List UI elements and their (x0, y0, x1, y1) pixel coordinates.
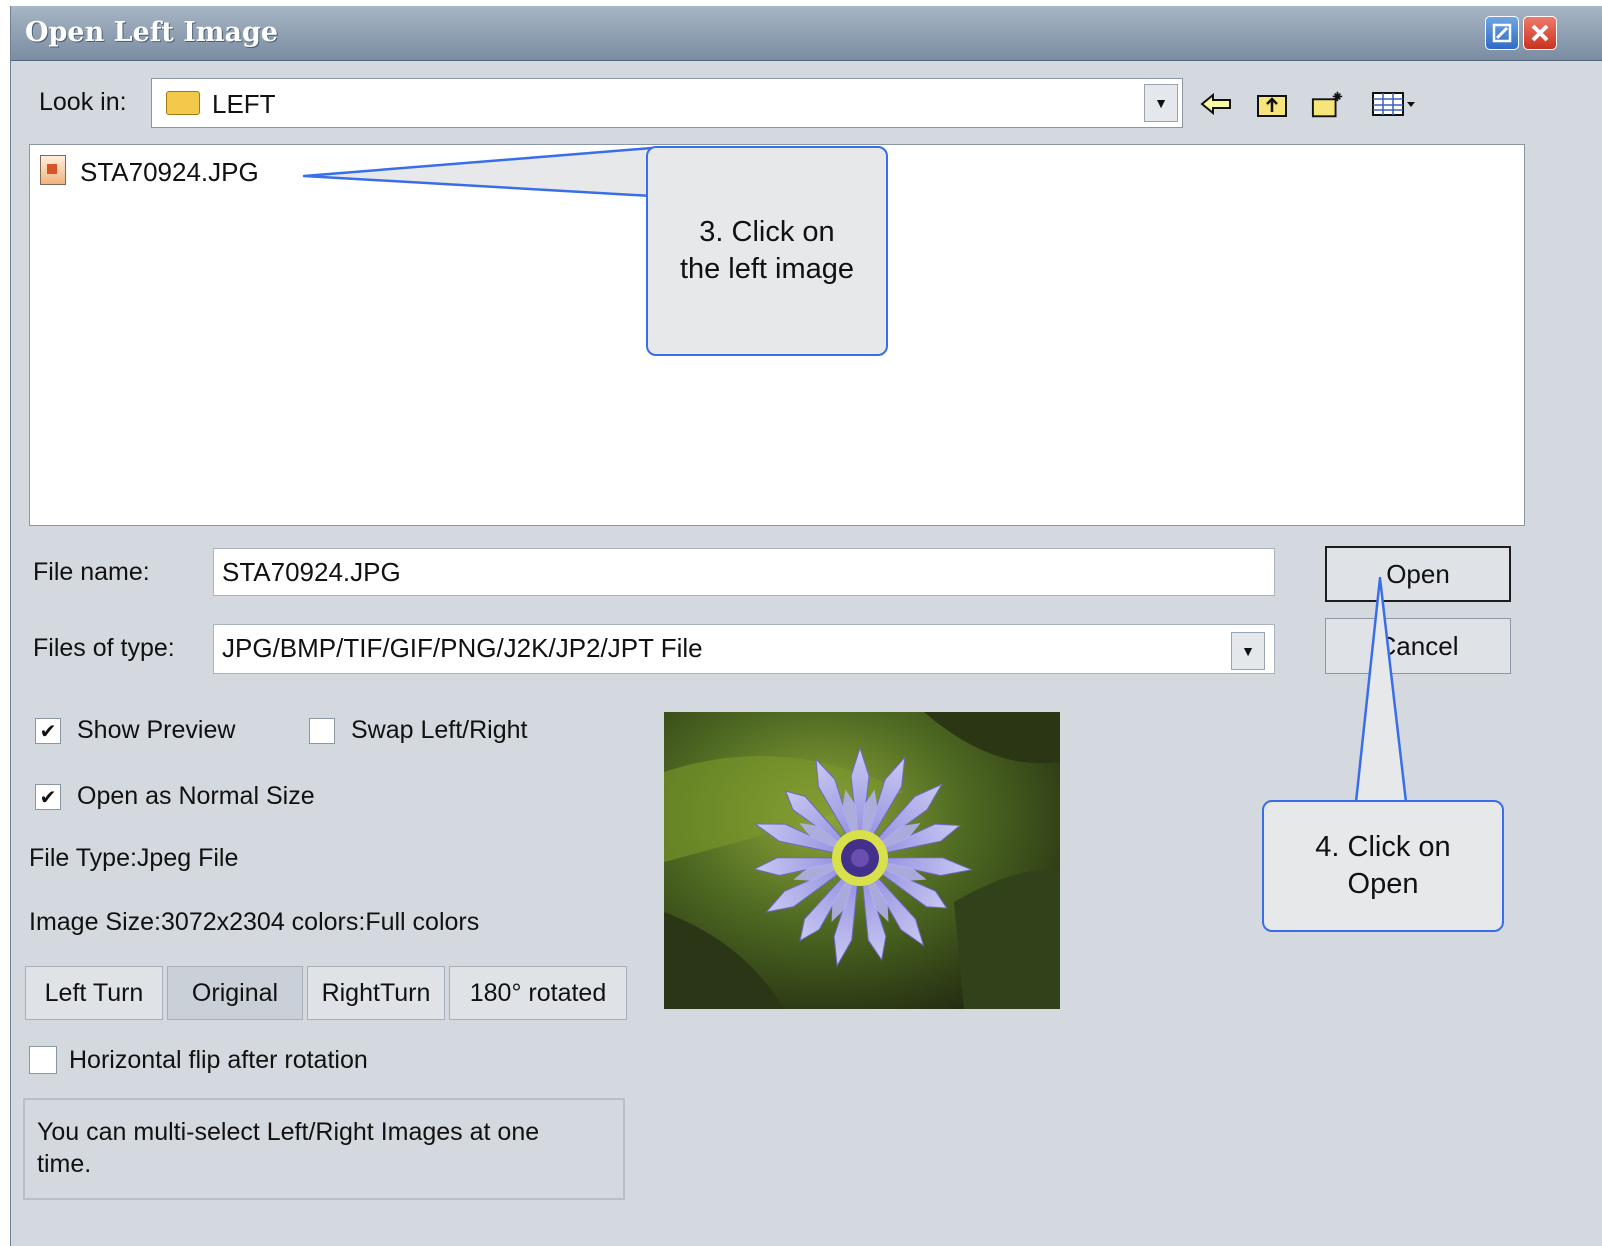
callout-pointer-step3 (302, 146, 654, 198)
callout-step-4: 4. Click on Open (1262, 800, 1504, 932)
callout-step-4-line2: Open (1347, 868, 1419, 900)
callout-step-3-line1: 3. Click on (699, 216, 835, 248)
callout-step-3: 3. Click on the left image (646, 146, 888, 356)
callout-step-3-line2: the left image (679, 253, 855, 285)
callout-step-4-line1: 4. Click on (1315, 831, 1451, 863)
callout-pointer-step4 (1354, 576, 1408, 804)
